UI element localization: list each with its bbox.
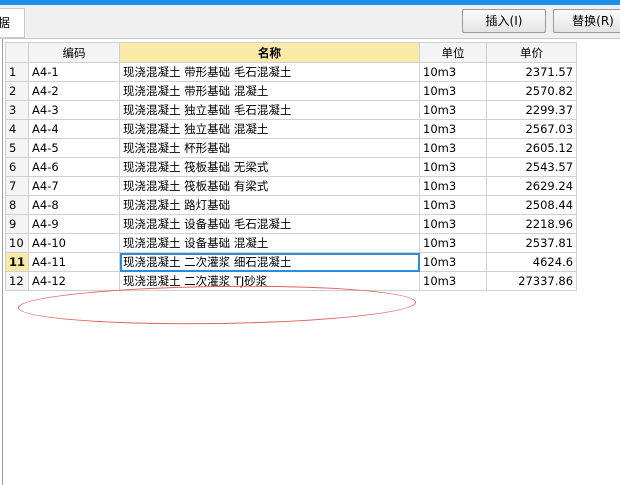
grid-area: 编码 名称 单位 单价 1 A4-1 现浇混凝土 带形基础 毛石混凝土 10m3 237… xyxy=(0,39,620,485)
unit-cell[interactable]: 10m3 xyxy=(419,157,488,177)
name-cell[interactable]: 现浇混凝土 带形基础 混凝土 xyxy=(119,81,421,101)
row-number[interactable]: 4 xyxy=(4,119,30,139)
table-row[interactable]: 8 A4-8 现浇混凝土 路灯基础 10m3 2508.44 xyxy=(4,195,578,215)
unit-cell[interactable]: 10m3 xyxy=(419,138,488,158)
price-cell[interactable]: 2371.57 xyxy=(486,62,578,82)
unit-cell[interactable]: 10m3 xyxy=(419,195,488,215)
name-cell[interactable]: 现浇混凝土 二次灌浆 细石混凝土 xyxy=(119,252,421,272)
header-name[interactable]: 名称 xyxy=(119,42,421,63)
unit-cell[interactable]: 10m3 xyxy=(419,214,488,234)
name-cell[interactable]: 现浇混凝土 筏板基础 有梁式 xyxy=(119,176,421,196)
row-number[interactable]: 9 xyxy=(4,214,30,234)
unit-cell[interactable]: 10m3 xyxy=(419,271,488,291)
table-row[interactable]: 9 A4-9 现浇混凝土 设备基础 毛石混凝土 10m3 2218.96 xyxy=(4,214,578,234)
table-header-row: 编码 名称 单位 单价 xyxy=(4,42,578,63)
name-cell[interactable]: 现浇混凝土 独立基础 毛石混凝土 xyxy=(119,100,421,120)
code-cell[interactable]: A4-4 xyxy=(28,119,121,139)
price-cell[interactable]: 2605.12 xyxy=(486,138,578,158)
insert-button[interactable]: 插入(I) xyxy=(462,9,546,33)
left-border xyxy=(2,39,3,485)
partial-tab[interactable]: 据 xyxy=(0,8,25,38)
table-row[interactable]: 7 A4-7 现浇混凝土 筏板基础 有梁式 10m3 2629.24 xyxy=(4,176,578,196)
header-price[interactable]: 单价 xyxy=(486,42,578,63)
name-cell[interactable]: 现浇混凝土 独立基础 混凝土 xyxy=(119,119,421,139)
name-cell[interactable]: 现浇混凝土 带形基础 毛石混凝土 xyxy=(119,62,421,82)
unit-cell[interactable]: 10m3 xyxy=(419,62,488,82)
table-row[interactable]: 12 A4-12 现浇混凝土 二次灌浆 TJ砂浆 10m3 27337.86 xyxy=(4,271,578,291)
code-cell[interactable]: A4-10 xyxy=(28,233,121,253)
table-row[interactable]: 4 A4-4 现浇混凝土 独立基础 混凝土 10m3 2567.03 xyxy=(4,119,578,139)
price-cell[interactable]: 2567.03 xyxy=(486,119,578,139)
table-row[interactable]: 11 A4-11 现浇混凝土 二次灌浆 细石混凝土 10m3 4624.6 xyxy=(4,252,578,272)
row-number[interactable]: 8 xyxy=(4,195,30,215)
price-cell[interactable]: 27337.86 xyxy=(486,271,578,291)
quota-table: 编码 名称 单位 单价 1 A4-1 现浇混凝土 带形基础 毛石混凝土 10m3 237… xyxy=(4,42,578,291)
code-cell[interactable]: A4-1 xyxy=(28,62,121,82)
replace-button[interactable]: 替换(R) xyxy=(553,9,620,33)
toolbar: 据 插入(I) 替换(R) xyxy=(0,5,620,39)
name-cell[interactable]: 现浇混凝土 路灯基础 xyxy=(119,195,421,215)
table-row[interactable]: 6 A4-6 现浇混凝土 筏板基础 无梁式 10m3 2543.57 xyxy=(4,157,578,177)
price-cell[interactable]: 2537.81 xyxy=(486,233,578,253)
code-cell[interactable]: A4-9 xyxy=(28,214,121,234)
unit-cell[interactable]: 10m3 xyxy=(419,100,488,120)
code-cell[interactable]: A4-6 xyxy=(28,157,121,177)
price-cell[interactable]: 2299.37 xyxy=(486,100,578,120)
unit-cell[interactable]: 10m3 xyxy=(419,119,488,139)
code-cell[interactable]: A4-12 xyxy=(28,271,121,291)
unit-cell[interactable]: 10m3 xyxy=(419,176,488,196)
table-row[interactable]: 5 A4-5 现浇混凝土 杯形基础 10m3 2605.12 xyxy=(4,138,578,158)
unit-cell[interactable]: 10m3 xyxy=(419,81,488,101)
table-row[interactable]: 1 A4-1 现浇混凝土 带形基础 毛石混凝土 10m3 2371.57 xyxy=(4,62,578,82)
header-row-number xyxy=(4,42,30,63)
code-cell[interactable]: A4-8 xyxy=(28,195,121,215)
code-cell[interactable]: A4-5 xyxy=(28,138,121,158)
row-number[interactable]: 11 xyxy=(4,252,30,272)
code-cell[interactable]: A4-11 xyxy=(28,252,121,272)
name-cell[interactable]: 现浇混凝土 筏板基础 无梁式 xyxy=(119,157,421,177)
row-number[interactable]: 7 xyxy=(4,176,30,196)
header-unit[interactable]: 单位 xyxy=(419,42,488,63)
header-code[interactable]: 编码 xyxy=(28,42,121,63)
row-number[interactable]: 12 xyxy=(4,271,30,291)
code-cell[interactable]: A4-7 xyxy=(28,176,121,196)
code-cell[interactable]: A4-3 xyxy=(28,100,121,120)
row-number[interactable]: 1 xyxy=(4,62,30,82)
price-cell[interactable]: 2218.96 xyxy=(486,214,578,234)
row-number[interactable]: 2 xyxy=(4,81,30,101)
table-row[interactable]: 2 A4-2 现浇混凝土 带形基础 混凝土 10m3 2570.82 xyxy=(4,81,578,101)
price-cell[interactable]: 2543.57 xyxy=(486,157,578,177)
price-cell[interactable]: 2570.82 xyxy=(486,81,578,101)
table-row[interactable]: 10 A4-10 现浇混凝土 设备基础 混凝土 10m3 2537.81 xyxy=(4,233,578,253)
row-number[interactable]: 6 xyxy=(4,157,30,177)
unit-cell[interactable]: 10m3 xyxy=(419,233,488,253)
price-cell[interactable]: 4624.6 xyxy=(486,252,578,272)
table-row[interactable]: 3 A4-3 现浇混凝土 独立基础 毛石混凝土 10m3 2299.37 xyxy=(4,100,578,120)
row-number[interactable]: 10 xyxy=(4,233,30,253)
name-cell[interactable]: 现浇混凝土 设备基础 毛石混凝土 xyxy=(119,214,421,234)
row-number[interactable]: 3 xyxy=(4,100,30,120)
price-cell[interactable]: 2508.44 xyxy=(486,195,578,215)
name-cell[interactable]: 现浇混凝土 设备基础 混凝土 xyxy=(119,233,421,253)
row-number[interactable]: 5 xyxy=(4,138,30,158)
name-cell[interactable]: 现浇混凝土 杯形基础 xyxy=(119,138,421,158)
name-cell[interactable]: 现浇混凝土 二次灌浆 TJ砂浆 xyxy=(119,271,421,291)
code-cell[interactable]: A4-2 xyxy=(28,81,121,101)
unit-cell[interactable]: 10m3 xyxy=(419,252,488,272)
price-cell[interactable]: 2629.24 xyxy=(486,176,578,196)
